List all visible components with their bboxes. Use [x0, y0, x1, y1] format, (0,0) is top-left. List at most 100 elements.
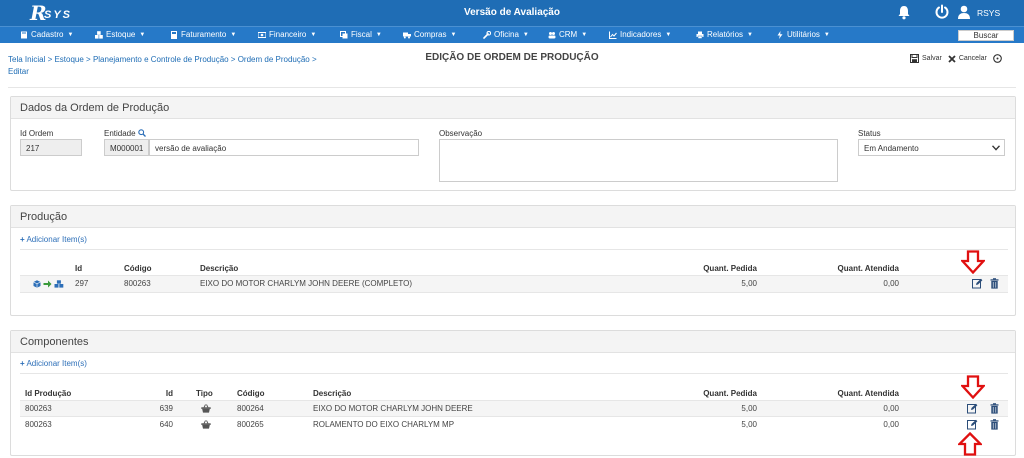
add-item-label: Adicionar Item(s) [26, 359, 87, 368]
menu-label: Indicadores [620, 30, 662, 39]
cell-id: 639 [159, 404, 173, 413]
book-icon [21, 31, 27, 38]
panel-heading: Dados da Ordem de Produção [11, 97, 1015, 119]
cell-id-producao: 800263 [25, 404, 52, 413]
cell-quant-pedida: 5,00 [741, 404, 757, 413]
trash-icon[interactable] [990, 403, 999, 414]
menu-cadastro[interactable]: Cadastro ▼ [20, 30, 73, 39]
basket-icon [201, 420, 211, 429]
dados-panel: Dados da Ordem de Produção Id Ordem 217 … [10, 96, 1016, 191]
menu-relatorios[interactable]: Relatórios ▼ [696, 30, 753, 39]
add-item-link[interactable]: + Adicionar Item(s) [20, 359, 87, 368]
col-codigo: Código [124, 264, 152, 273]
cancel-button[interactable]: Cancelar [948, 54, 987, 63]
cell-codigo: 800264 [237, 404, 264, 413]
copy-icon [340, 30, 348, 38]
search-input[interactable]: Buscar [958, 30, 1014, 41]
save-label: Salvar [922, 55, 942, 62]
producao-panel: Produção + Adicionar Item(s) Id Código D… [10, 205, 1016, 316]
page-title: EDIÇÃO DE ORDEM DE PRODUÇÃO [425, 52, 599, 63]
menu-label: Estoque [106, 30, 136, 39]
cell-descricao: ROLAMENTO DO EIXO CHARLYM MP [313, 420, 455, 429]
cell-id: 640 [159, 420, 173, 429]
power-icon[interactable] [934, 4, 950, 20]
divider [20, 373, 1008, 374]
line-chart-icon [609, 31, 617, 39]
cubes-icon[interactable] [54, 280, 64, 288]
menu-label: Fiscal [351, 30, 372, 39]
cell-codigo: 800265 [237, 420, 264, 429]
close-icon [948, 54, 956, 63]
arrow-up-annotation-icon [958, 432, 982, 456]
menu-estoque[interactable]: Estoque ▼ [95, 30, 145, 39]
status-value: Em Andamento [864, 144, 919, 153]
panel-heading: Produção [11, 206, 1015, 228]
cell-id: 297 [75, 279, 89, 288]
help-icon[interactable] [993, 54, 1002, 63]
main-menu: Cadastro ▼ Estoque ▼ Faturamento ▼ Financei… [0, 26, 1024, 43]
divider [20, 249, 1008, 250]
menu-label: CRM [559, 30, 578, 39]
cell-id-producao: 800263 [25, 420, 52, 429]
bolt-icon [777, 30, 783, 39]
breadcrumb-current: Editar [8, 67, 29, 76]
status-select[interactable]: Em Andamento [858, 139, 1005, 156]
menu-label: Oficina [494, 30, 519, 39]
menu-crm[interactable]: CRM ▼ [548, 30, 587, 39]
menu-label: Compras [414, 30, 447, 39]
arrow-down-annotation-icon [961, 250, 985, 274]
menu-label: Faturamento [181, 30, 227, 39]
cell-quant-pedida: 5,00 [741, 420, 757, 429]
id-ordem-field: 217 [20, 139, 82, 156]
menu-oficina[interactable]: Oficina ▼ [483, 30, 529, 39]
edit-icon[interactable] [967, 403, 978, 414]
cancel-label: Cancelar [958, 55, 987, 62]
user-icon[interactable] [957, 5, 971, 20]
page-actions: Salvar Cancelar [910, 54, 1002, 63]
username[interactable]: RSYS [977, 8, 1000, 18]
divider [8, 87, 1016, 88]
save-button[interactable]: Salvar [910, 54, 942, 63]
menu-compras[interactable]: Compras ▼ [403, 30, 456, 39]
cell-quant-pedida: 5,00 [741, 279, 757, 288]
col-quant-atendida: Quant. Atendida [837, 389, 899, 398]
menu-faturamento[interactable]: Faturamento ▼ [170, 30, 236, 39]
menu-financeiro[interactable]: Financeiro ▼ [258, 30, 316, 39]
menu-fiscal[interactable]: Fiscal ▼ [340, 30, 382, 39]
menu-indicadores[interactable]: Indicadores ▼ [609, 30, 671, 39]
componentes-panel: Componentes + Adicionar Item(s) Id Produ… [10, 330, 1016, 456]
print-icon [696, 31, 704, 39]
cubes-icon [95, 30, 103, 39]
arrow-right-icon[interactable] [43, 280, 52, 288]
divider [20, 292, 1008, 293]
panel-heading: Componentes [11, 331, 1015, 353]
truck-icon [403, 32, 411, 38]
window-title: Versão de Avaliação [464, 7, 560, 18]
arrow-down-annotation-icon [961, 375, 985, 399]
chevron-down-icon [992, 145, 1000, 151]
entidade-name-field[interactable]: versão de avaliação [149, 139, 419, 156]
col-descricao: Descrição [313, 389, 352, 398]
search-icon[interactable] [138, 129, 146, 137]
plus-icon: + [20, 359, 25, 368]
observacao-textarea[interactable] [439, 139, 838, 182]
add-item-link[interactable]: + Adicionar Item(s) [20, 235, 87, 244]
users-icon [548, 31, 556, 38]
trash-icon[interactable] [990, 278, 999, 289]
cube-icon[interactable] [33, 280, 41, 288]
col-id-producao: Id Produção [25, 389, 72, 398]
top-bar: R SYS Versão de Avaliação RSYS [0, 0, 1024, 26]
edit-icon[interactable] [972, 278, 983, 289]
entidade-code-field: M000001 [104, 139, 149, 156]
menu-label: Relatórios [707, 30, 744, 39]
status-label: Status [858, 129, 881, 138]
edit-icon[interactable] [967, 419, 978, 430]
table-row[interactable]: 800263 640 800265 ROLAMENTO DO EIXO CHAR… [20, 417, 1008, 432]
bell-icon[interactable] [897, 5, 911, 20]
save-icon [910, 54, 919, 63]
calculator-icon [171, 30, 177, 39]
table-row[interactable]: 800263 639 800264 EIXO DO MOTOR CHARLYM … [20, 401, 1008, 416]
menu-utilitarios[interactable]: Utilitários ▼ [776, 30, 830, 39]
table-row[interactable]: 297 800263 EIXO DO MOTOR CHARLYM JOHN DE… [20, 276, 1008, 292]
trash-icon[interactable] [990, 419, 999, 430]
